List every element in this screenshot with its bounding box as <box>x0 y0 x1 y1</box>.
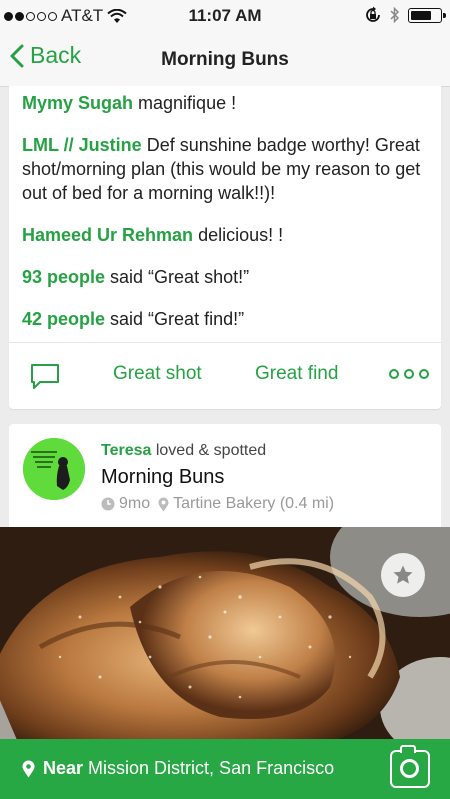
post-activity: Teresa loved & spotted <box>101 442 334 460</box>
post-title[interactable]: Morning Buns <box>101 466 334 489</box>
post-age: 9mo <box>119 495 151 512</box>
location-pin-icon <box>22 760 35 777</box>
post-card: Teresa loved & spotted Morning Buns 9mo … <box>9 424 441 534</box>
post-meta: Teresa loved & spotted Morning Buns 9mo … <box>101 442 334 513</box>
reaction-summary: 93 people said “Great shot!” <box>22 265 432 289</box>
nav-bar: Back Morning Buns <box>0 32 450 87</box>
comment-author[interactable]: Hameed Ur Rehman <box>22 225 193 245</box>
comment-item: Mymy Sugah magnifique ! <box>22 91 432 115</box>
reaction-summary: 42 people said “Great find!” <box>22 307 432 331</box>
status-bar: AT&T 11:07 AM <box>0 0 450 32</box>
comment-text: delicious! ! <box>193 225 284 245</box>
battery-level <box>411 10 431 20</box>
comment-item: LML // Justine Def sunshine badge worthy… <box>22 133 432 205</box>
post-place-link[interactable]: Tartine Bakery (0.4 mi) <box>173 495 334 513</box>
favorite-button[interactable] <box>381 553 425 597</box>
post-photo[interactable] <box>0 527 450 739</box>
avatar[interactable] <box>23 438 85 500</box>
post-user-link[interactable]: Teresa <box>101 442 151 459</box>
morning-bun-image <box>0 527 450 739</box>
location-selector[interactable]: Near Mission District, San Francisco <box>22 758 334 779</box>
star-icon <box>393 565 413 584</box>
great-find-button[interactable]: Great find <box>255 363 338 385</box>
reaction-count-link[interactable]: 93 people <box>22 267 105 287</box>
status-right <box>364 6 446 24</box>
comment-author[interactable]: LML // Justine <box>22 135 142 155</box>
more-options-icon[interactable] <box>389 369 429 379</box>
reaction-text: said “Great find!” <box>105 309 245 329</box>
near-label: Near <box>43 758 84 778</box>
clock-icon <box>101 497 115 511</box>
avatar-image <box>23 438 85 500</box>
camera-icon <box>400 759 419 778</box>
comment-author[interactable]: Mymy Sugah <box>22 93 133 113</box>
comments-card: Mymy Sugah magnifique ! LML // Justine D… <box>9 86 441 409</box>
comment-item: Hameed Ur Rehman delicious! ! <box>22 223 432 247</box>
action-bar: Great shot Great find <box>9 342 441 409</box>
comment-icon[interactable] <box>30 363 60 390</box>
comment-text: magnifique ! <box>133 93 237 113</box>
battery-icon <box>408 7 446 23</box>
great-shot-button[interactable]: Great shot <box>113 363 202 385</box>
bottom-bar: Near Mission District, San Francisco <box>0 739 450 799</box>
post-action: loved & spotted <box>151 442 267 459</box>
post-info: 9mo Tartine Bakery (0.4 mi) <box>101 495 334 513</box>
page-title: Morning Buns <box>161 49 289 70</box>
location-label: Mission District, San Francisco <box>88 758 335 778</box>
reaction-text: said “Great shot!” <box>105 267 250 287</box>
location-pin-icon <box>158 497 169 511</box>
rotation-lock-icon <box>366 6 380 22</box>
reaction-count-link[interactable]: 42 people <box>22 309 105 329</box>
bluetooth-icon <box>390 6 400 24</box>
camera-button[interactable] <box>390 745 430 788</box>
